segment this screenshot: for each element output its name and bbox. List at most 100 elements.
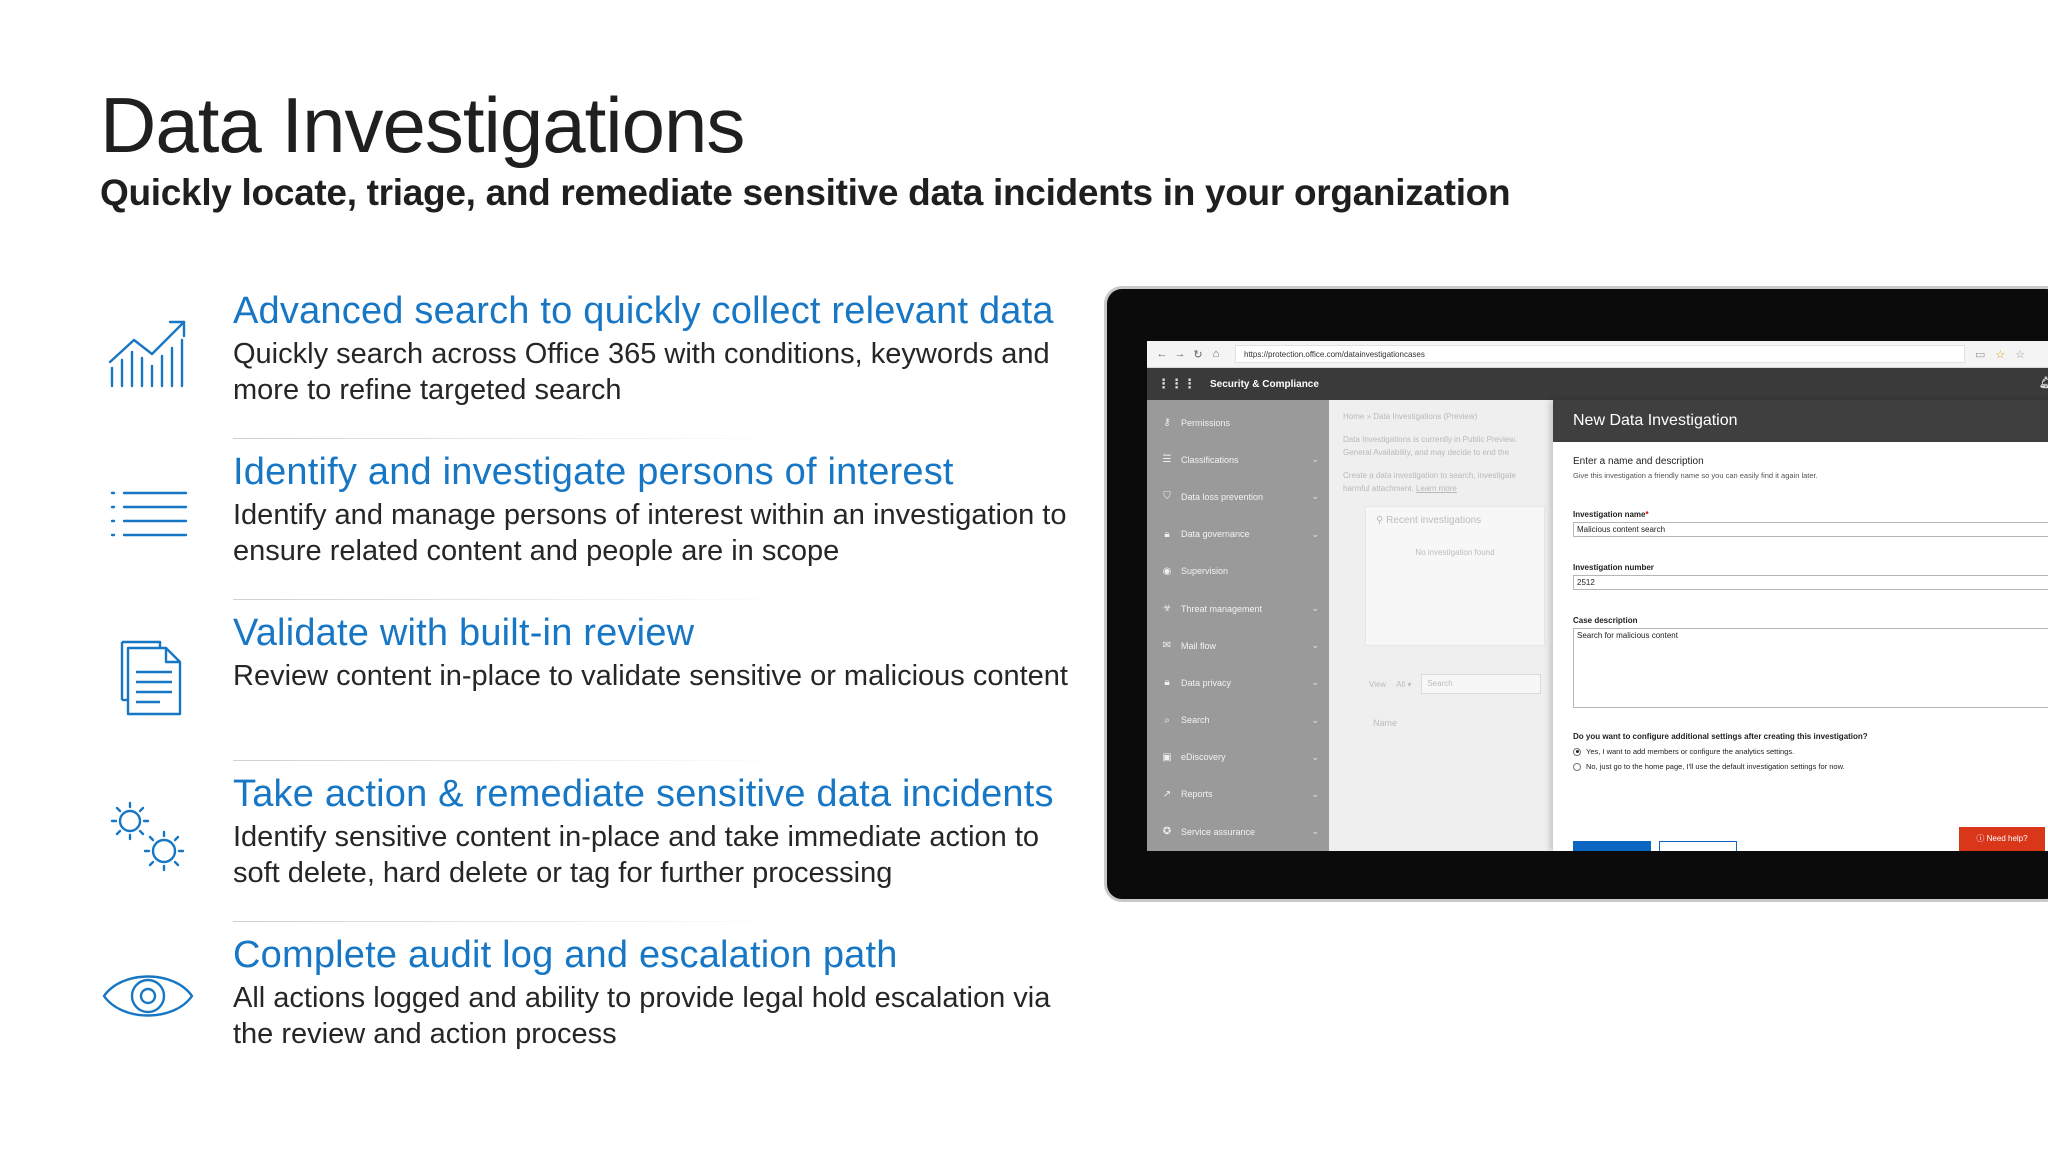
feature-title: Validate with built-in review [233,612,695,654]
investigation-name-label: Investigation name* [1573,510,2047,519]
chevron-down-icon: ⌄ [1311,826,1319,837]
feature-item: Validate with built-in review Review con… [100,604,1090,765]
feature-item: Take action & remediate sensitive data i… [100,765,1090,926]
list-icon: ☰ [1162,454,1172,466]
main-content-dimmed: Home » Data Investigations (Preview) Dat… [1329,400,1553,851]
help-icon: ⓘ [1976,834,1985,843]
favorite-star-icon[interactable]: ☆ [1995,348,2005,361]
feature-title: Complete audit log and escalation path [233,934,898,976]
feature-list: Advanced search to quickly collect relev… [100,282,1090,1087]
intro-text: Data Investigations is currently in Publ… [1343,435,1517,457]
feature-title: Identify and investigate persons of inte… [233,451,954,493]
lock-icon: 🔒︎ [1164,528,1170,540]
left-navigation: ⚷ Permissions ☰ Classifications ⌄ ⛉ Data los… [1147,400,1329,851]
ribbon-icon: ✪ [1162,826,1172,838]
nav-label: Reports [1181,789,1213,800]
shield-icon: ⛉ [1163,491,1171,503]
recent-investigations-card: ⚲ Recent investigations No investigation… [1365,506,1545,646]
panel-title: New Data Investigation [1553,400,2048,442]
nav-label: Threat management [1181,603,1263,614]
nav-item-dlp[interactable]: ⛉ Data loss prevention ⌄ [1147,478,1329,515]
mail-icon: ✉ [1162,640,1172,652]
nav-item-permissions[interactable]: ⚷ Permissions [1147,404,1329,441]
view-filter-row: View All ▾ Search [1369,674,1542,694]
breadcrumb: Home » Data Investigations (Preview) [1343,412,1478,421]
nav-label: Search [1181,715,1210,726]
eye-icon: ◉ [1162,565,1172,577]
feature-description: Review content in-place to validate sens… [233,660,1068,692]
column-header-name[interactable]: Name [1373,718,1397,728]
investigation-name-input[interactable]: Malicious content search [1573,522,2048,537]
refresh-icon[interactable]: ↻ [1189,348,1207,361]
nav-item-mail-flow[interactable]: ✉ Mail flow ⌄ [1147,627,1329,664]
view-label: View [1369,679,1387,689]
tablet-device-frame: ← → ↻ ⌂ https://protection.office.com/da… [1104,286,2048,902]
investigation-number-input[interactable]: 2512 [1573,575,2048,590]
feature-description: All actions logged and ability to provid… [233,982,1051,1050]
save-button[interactable] [1573,841,1651,851]
nav-item-ediscovery[interactable]: ▣ eDiscovery ⌄ [1147,739,1329,776]
address-bar[interactable]: https://protection.office.com/datainvest… [1235,345,1965,363]
additional-settings-question: Do you want to configure additional sett… [1573,732,1868,741]
slide-subtitle: Quickly locate, triage, and remediate se… [100,172,1511,213]
browser-toolbar: ← → ↻ ⌂ https://protection.office.com/da… [1147,341,2048,368]
divider [233,760,793,761]
lock-icon: 🔒︎ [1164,677,1170,689]
search-icon: ⌕ [1164,714,1170,726]
nav-item-reports[interactable]: ↗ Reports ⌄ [1147,776,1329,813]
reading-view-icon[interactable]: ▭ [1975,348,1985,361]
recent-title-text: Recent investigations [1386,515,1482,526]
label-text: Investigation name [1573,510,1646,519]
nav-item-data-governance[interactable]: 🔒︎ Data governance ⌄ [1147,516,1329,553]
nav-label: Service assurance [1181,826,1256,837]
case-description-label: Case description [1573,616,1638,625]
option-yes-radio[interactable]: Yes, I want to add members or configure … [1573,747,2047,756]
nav-label: Classifications [1181,454,1239,465]
intro-text-2: Create a data investigation to search, i… [1343,469,1539,495]
favorites-icon[interactable]: ☆ [2015,348,2025,361]
nav-item-classifications[interactable]: ☰ Classifications ⌄ [1147,441,1329,478]
search-input[interactable]: Search [1421,674,1542,694]
feature-item: Complete audit log and escalation path A… [100,926,1090,1087]
home-icon[interactable]: ⌂ [1207,348,1225,360]
learn-more-link[interactable]: Learn more [1416,484,1457,493]
nav-item-search[interactable]: ⌕ Search ⌄ [1147,702,1329,739]
list-icon [100,465,196,561]
need-help-button[interactable]: ⓘ Need help? [1959,827,2045,851]
app-header: ⋮⋮⋮ Security & Compliance 🔔︎ [1147,368,2048,400]
biohazard-icon: ☣ [1162,603,1172,615]
app-launcher-icon[interactable]: ⋮⋮⋮ [1157,376,1196,392]
option-yes-label: Yes, I want to add members or configure … [1586,747,1795,756]
chevron-down-icon: ⌄ [1311,454,1319,465]
link-icon: ⚲ [1376,515,1384,526]
divider [233,921,793,922]
bell-icon[interactable]: 🔔︎ [2039,376,2048,389]
document-icon [100,626,196,722]
option-no-radio[interactable]: No, just go to the home page, I'll use t… [1573,762,2047,771]
divider [233,599,793,600]
nav-item-data-privacy[interactable]: 🔒︎ Data privacy ⌄ [1147,664,1329,701]
panel-help-text: Give this investigation a friendly name … [1573,471,1818,480]
nav-item-supervision[interactable]: ◉ Supervision [1147,553,1329,590]
feature-item: Identify and investigate persons of inte… [100,443,1090,604]
required-marker: * [1645,510,1649,519]
forward-icon[interactable]: → [1171,348,1189,360]
chevron-down-icon: ⌄ [1311,491,1319,502]
chevron-down-icon: ⌄ [1311,677,1319,688]
nav-item-threat-management[interactable]: ☣ Threat management ⌄ [1147,590,1329,627]
nav-item-service-assurance[interactable]: ✪ Service assurance ⌄ [1147,813,1329,850]
nav-label: Mail flow [1181,640,1217,651]
back-icon[interactable]: ← [1153,348,1171,360]
divider [233,438,793,439]
view-dropdown[interactable]: All ▾ [1396,680,1411,689]
cancel-button[interactable] [1659,841,1737,851]
investigation-number-label: Investigation number [1573,563,1654,572]
chevron-down-icon: ⌄ [1311,640,1319,651]
nav-label: Data privacy [1181,677,1232,688]
gears-icon [100,787,196,883]
key-icon: ⚷ [1163,417,1171,429]
eye-icon [100,948,196,1044]
app-title: Security & Compliance [1210,378,1319,390]
case-description-textarea[interactable]: Search for malicious content [1573,628,2048,708]
need-help-label: Need help? [1986,834,2028,843]
